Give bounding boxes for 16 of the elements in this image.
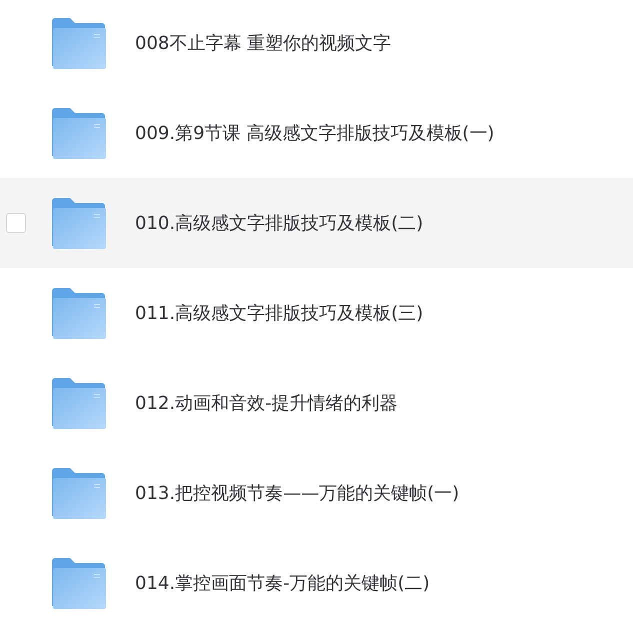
- folder-icon: [52, 378, 106, 428]
- folder-name[interactable]: 011.高级感文字排版技巧及模板(三): [135, 301, 424, 325]
- folder-icon: [52, 468, 106, 518]
- folder-name[interactable]: 009.第9节课 高级感文字排版技巧及模板(一): [135, 121, 494, 145]
- folder-name[interactable]: 008不止字幕 重塑你的视频文字: [135, 31, 392, 55]
- folder-row[interactable]: 010.高级感文字排版技巧及模板(二): [0, 178, 633, 268]
- folder-icon: [52, 288, 106, 338]
- folder-icon: [52, 198, 106, 248]
- folder-name[interactable]: 012.动画和音效-提升情绪的利器: [135, 391, 398, 415]
- checkbox[interactable]: [6, 213, 26, 233]
- folder-name[interactable]: 013.把控视频节奏——万能的关键帧(一): [135, 481, 460, 505]
- folder-name[interactable]: 010.高级感文字排版技巧及模板(二): [135, 211, 424, 235]
- folder-icon: [52, 558, 106, 608]
- folder-icon: [52, 108, 106, 158]
- folder-name[interactable]: 014.掌控画面节奏-万能的关键帧(二): [135, 571, 430, 595]
- folder-icon: [52, 18, 106, 68]
